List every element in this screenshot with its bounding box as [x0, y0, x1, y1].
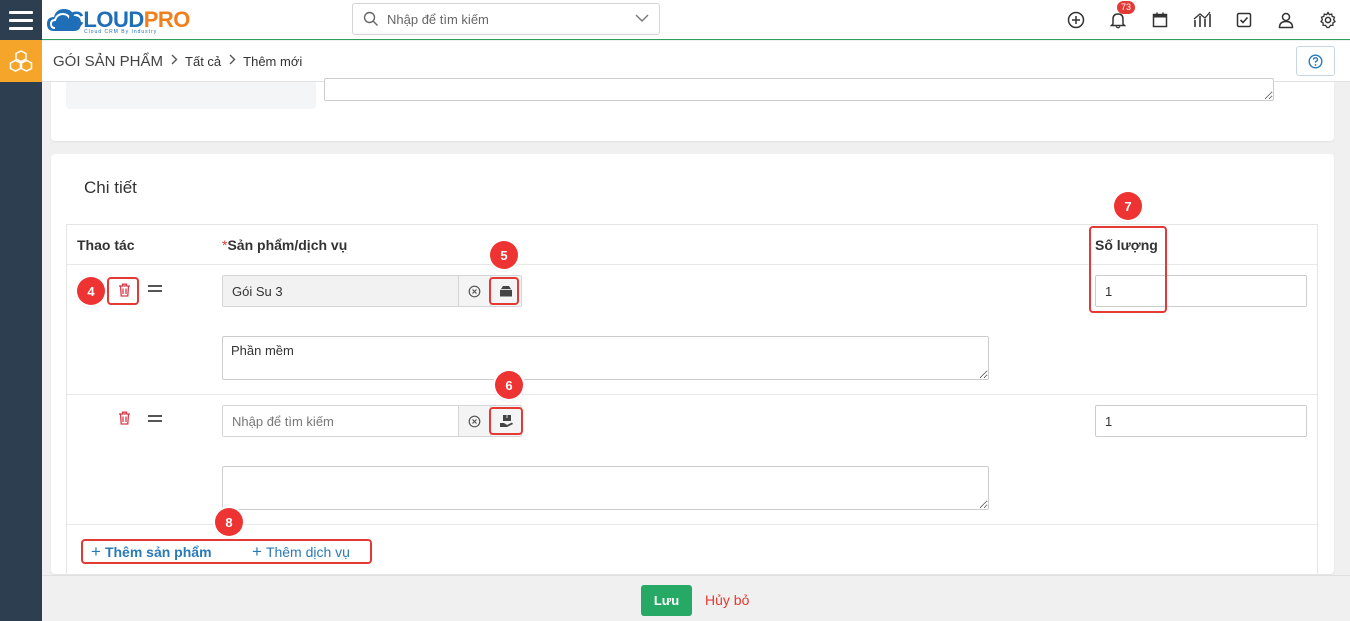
user-icon[interactable] [1275, 9, 1297, 31]
top-header: CLOUDPRO Cloud CRM By Industry 73 [0, 0, 1350, 40]
annotation-marker-8: 8 [215, 508, 243, 536]
table-row: Nhập để tìm kiếm [67, 395, 1317, 525]
product-value[interactable]: Gói Su 3 [223, 276, 459, 306]
trash-icon[interactable] [115, 281, 133, 299]
description-field[interactable] [324, 78, 1274, 101]
notification-badge: 73 [1117, 1, 1136, 14]
add-product-link[interactable]: + Thêm sản phẩm [91, 542, 212, 562]
service-select-button[interactable] [491, 406, 521, 436]
header-product: *Sản phẩm/dịch vụ [222, 237, 347, 253]
cancel-button[interactable]: Hủy bỏ [705, 592, 749, 608]
annotation-marker-4: 4 [77, 277, 105, 305]
menu-toggle-button[interactable] [0, 0, 42, 40]
question-circle-icon [1308, 53, 1323, 69]
chart-icon[interactable] [1191, 9, 1213, 31]
app-logo[interactable]: CLOUDPRO Cloud CRM By Industry [46, 4, 206, 36]
chevron-right-icon [170, 54, 178, 68]
info-card [51, 78, 1334, 141]
calendar-icon[interactable] [1149, 9, 1171, 31]
product-select-button[interactable] [491, 276, 521, 306]
header-quantity: Số lượng [1095, 237, 1158, 253]
plus-icon: + [91, 542, 101, 561]
form-footer: Lưu Hủy bỏ [42, 575, 1350, 621]
drag-handle-icon[interactable] [148, 415, 162, 425]
product-picker[interactable]: Gói Su 3 [222, 275, 522, 307]
drag-handle-icon[interactable] [148, 285, 162, 295]
chevron-down-icon[interactable] [635, 13, 649, 23]
add-line-bar: + Thêm sản phẩm + Thêm dịch vụ [67, 525, 1317, 575]
header-action: Thao tác [77, 237, 135, 253]
service-search-placeholder[interactable]: Nhập để tìm kiếm [223, 406, 459, 436]
cubes-icon [9, 50, 33, 72]
product-grid: Thao tác *Sản phẩm/dịch vụ Số lượng Gói … [66, 224, 1318, 574]
quantity-input[interactable] [1095, 275, 1307, 307]
breadcrumb-module[interactable]: GÓI SẢN PHẨM [53, 53, 163, 70]
clear-icon[interactable] [459, 406, 491, 436]
add-service-link[interactable]: + Thêm dịch vụ [252, 542, 350, 562]
box-icon [500, 286, 512, 297]
table-row: Gói Su 3 Phần mềm [67, 265, 1317, 395]
field-label-block [66, 82, 316, 109]
section-title: Chi tiết [84, 178, 137, 197]
clear-icon[interactable] [459, 276, 491, 306]
save-button[interactable]: Lưu [641, 585, 692, 616]
sidebar-item-product-bundle[interactable] [0, 40, 42, 82]
description-textarea[interactable]: Phần mềm [222, 336, 989, 380]
annotation-marker-7: 7 [1114, 192, 1142, 220]
task-check-icon[interactable] [1233, 9, 1255, 31]
quantity-input[interactable] [1095, 405, 1307, 437]
search-icon [363, 11, 378, 26]
help-button[interactable] [1296, 46, 1335, 76]
chevron-right-icon [228, 54, 236, 68]
add-new-icon[interactable] [1065, 9, 1087, 31]
trash-icon[interactable] [115, 409, 133, 427]
left-sidebar [0, 40, 42, 621]
logo-tagline: Cloud CRM By Industry [84, 29, 158, 35]
description-textarea[interactable] [222, 466, 989, 510]
header-product-label: Sản phẩm/dịch vụ [227, 237, 348, 253]
breadcrumb-all[interactable]: Tất cả [185, 54, 221, 69]
global-search[interactable] [352, 3, 660, 35]
service-box-icon [499, 415, 513, 427]
plus-icon: + [252, 542, 262, 561]
annotation-marker-6: 6 [495, 371, 523, 399]
service-picker[interactable]: Nhập để tìm kiếm [222, 405, 522, 437]
search-input[interactable] [387, 11, 617, 27]
table-header: Thao tác *Sản phẩm/dịch vụ Số lượng [67, 225, 1317, 265]
annotation-marker-5: 5 [490, 241, 518, 269]
detail-card: Chi tiết Thao tác *Sản phẩm/dịch vụ Số l… [51, 154, 1334, 574]
breadcrumb-add-new: Thêm mới [243, 53, 303, 69]
gear-icon[interactable] [1317, 9, 1339, 31]
breadcrumb: GÓI SẢN PHẨM Tất cả Thêm mới [42, 41, 1350, 82]
